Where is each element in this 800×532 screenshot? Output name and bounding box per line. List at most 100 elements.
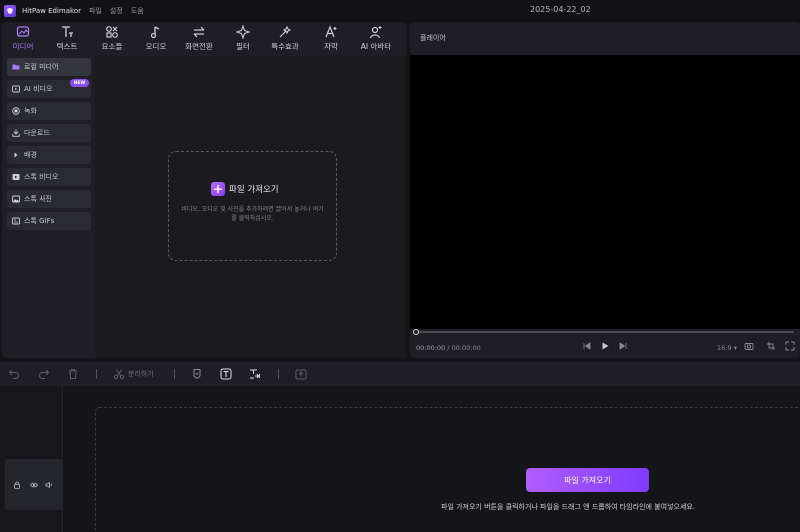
media-import-button[interactable]: + 파일 가져오기 <box>211 182 279 196</box>
plus-icon: + <box>211 182 225 196</box>
tab-text[interactable]: 텍스트 <box>47 25 87 53</box>
nav-stock-gifs[interactable]: 스톡 GIFs <box>7 212 91 230</box>
media-icon <box>16 26 30 37</box>
tab-elements-label: 요소들 <box>101 42 123 51</box>
eye-icon[interactable] <box>30 481 38 489</box>
timeline-import-button[interactable]: 파일 가져오기 <box>526 468 649 492</box>
text-tool-icon <box>250 369 261 379</box>
new-badge: NEW <box>70 79 89 87</box>
effects-icon <box>279 25 292 38</box>
tab-ai-avatar[interactable]: AI 아바타 <box>356 25 396 53</box>
tab-ai-avatar-label: AI 아바타 <box>360 42 392 51</box>
transition-icon <box>193 26 205 38</box>
media-import-hint: 비디오, 오디오 및 사진을 추가하려면 끌어서 놓거나 여기를 클릭하십시오. <box>181 206 324 222</box>
nav-stock-photo-label: 스톡 사진 <box>24 195 52 203</box>
aspect-ratio-value: 16:9 <box>717 344 732 352</box>
total-time: 00:00:00 <box>451 344 481 352</box>
previous-frame-icon[interactable] <box>582 341 592 351</box>
toolbar-divider <box>96 369 97 379</box>
elements-icon <box>106 26 118 38</box>
redo-icon <box>39 369 50 379</box>
undo-icon <box>8 369 19 379</box>
toolbar-divider <box>278 369 279 379</box>
export-clip-button[interactable] <box>295 367 307 381</box>
split-button[interactable]: 분리하기 <box>113 367 154 381</box>
tab-filter-label: 필터 <box>236 42 250 51</box>
nav-background[interactable]: 배경 <box>7 146 91 164</box>
player-panel: 플레이어 00:00:00 / 00:00:00 16:9 ▾ <box>410 22 800 358</box>
fullscreen-icon[interactable] <box>785 341 795 351</box>
nav-stock-video-label: 스톡 비디오 <box>24 173 59 181</box>
current-time: 00:00:00 <box>416 344 446 352</box>
folder-icon <box>12 64 20 70</box>
speaker-icon[interactable] <box>45 481 53 489</box>
player-title: 플레이어 <box>420 34 446 42</box>
main-track-controls <box>5 459 62 510</box>
background-icon <box>14 152 18 158</box>
tab-effects[interactable]: 특수효과 <box>265 25 305 53</box>
nav-stock-photo[interactable]: 스톡 사진 <box>7 190 91 208</box>
tab-subtitle[interactable]: 자막 <box>311 25 351 53</box>
timeline-dropzone[interactable] <box>95 407 800 532</box>
filter-icon <box>236 25 250 39</box>
ai-avatar-icon <box>369 26 382 39</box>
nav-record[interactable]: 녹화 <box>7 102 91 120</box>
timeline-toolbar: 분리하기 <box>0 362 800 386</box>
nav-record-label: 녹화 <box>24 107 37 115</box>
add-text-button[interactable] <box>220 367 232 381</box>
menu-settings[interactable]: 설정 <box>110 6 123 16</box>
tab-media[interactable]: 미디어 <box>3 25 43 53</box>
nav-stock-gifs-label: 스톡 GIFs <box>24 217 55 225</box>
seek-bar[interactable] <box>416 331 794 333</box>
tab-effects-label: 특수효과 <box>271 42 299 51</box>
tab-transition-label: 화면전환 <box>185 42 213 51</box>
tab-audio-label: 오디오 <box>145 42 167 51</box>
nav-download-label: 다운로드 <box>24 129 50 137</box>
tab-text-label: 텍스트 <box>56 42 78 51</box>
track-header-column <box>0 386 63 532</box>
gif-icon <box>12 217 20 225</box>
nav-local-media-label: 로컬 미디어 <box>24 63 59 71</box>
video-preview <box>410 55 800 329</box>
nav-local-media[interactable]: 로컬 미디어 <box>7 58 91 76</box>
download-icon <box>12 129 20 137</box>
tab-transition[interactable]: 화면전환 <box>179 25 219 53</box>
time-display: 00:00:00 / 00:00:00 <box>416 344 481 352</box>
tab-elements[interactable]: 요소들 <box>92 25 132 53</box>
app-window: HitPaw Edimakor 파일 설정 도움 2025-04-22_02 미… <box>0 0 800 532</box>
speech-to-text-button[interactable] <box>249 367 261 381</box>
library-panel: 미디어 텍스트 요소들 오디오 화면전환 필터 특수효과 자막 AI 아바타 로… <box>2 22 406 358</box>
menu-file[interactable]: 파일 <box>89 6 102 16</box>
aspect-ratio-select[interactable]: 16:9 ▾ <box>717 344 737 352</box>
marker-icon <box>193 369 201 380</box>
ai-video-icon <box>12 85 20 93</box>
media-import-label: 파일 가져오기 <box>229 185 279 195</box>
lock-icon[interactable] <box>13 481 21 489</box>
nav-download[interactable]: 다운로드 <box>7 124 91 142</box>
app-logo-icon <box>4 5 16 17</box>
redo-button[interactable] <box>38 367 50 381</box>
text-icon <box>62 26 73 37</box>
menu-help[interactable]: 도움 <box>131 6 144 16</box>
trash-icon <box>69 369 77 379</box>
project-name: 2025-04-22_02 <box>530 5 591 14</box>
media-sources-nav: 로컬 미디어 AI 비디오 녹화 다운로드 배경 스톡 비디오 스톡 사진 스톡… <box>2 56 95 358</box>
export-icon <box>295 369 307 380</box>
stock-video-icon <box>12 174 20 180</box>
media-import-dropzone[interactable]: + 파일 가져오기 비디오, 오디오 및 사진을 추가하려면 끌어서 놓거나 여… <box>168 151 337 261</box>
snapshot-icon[interactable] <box>744 341 754 351</box>
next-frame-icon[interactable] <box>618 341 628 351</box>
nav-stock-video[interactable]: 스톡 비디오 <box>7 168 91 186</box>
audio-icon <box>150 26 160 39</box>
timeline-ruler[interactable] <box>63 386 800 406</box>
seek-handle[interactable] <box>413 329 419 335</box>
delete-button[interactable] <box>67 367 79 381</box>
marker-button[interactable] <box>191 367 203 381</box>
tab-filter[interactable]: 필터 <box>223 25 263 53</box>
stock-photo-icon <box>12 195 20 203</box>
nav-ai-video-label: AI 비디오 <box>24 85 53 93</box>
crop-icon[interactable] <box>766 341 776 351</box>
undo-button[interactable] <box>8 367 20 381</box>
play-icon[interactable] <box>600 341 610 351</box>
tab-audio[interactable]: 오디오 <box>136 25 176 53</box>
